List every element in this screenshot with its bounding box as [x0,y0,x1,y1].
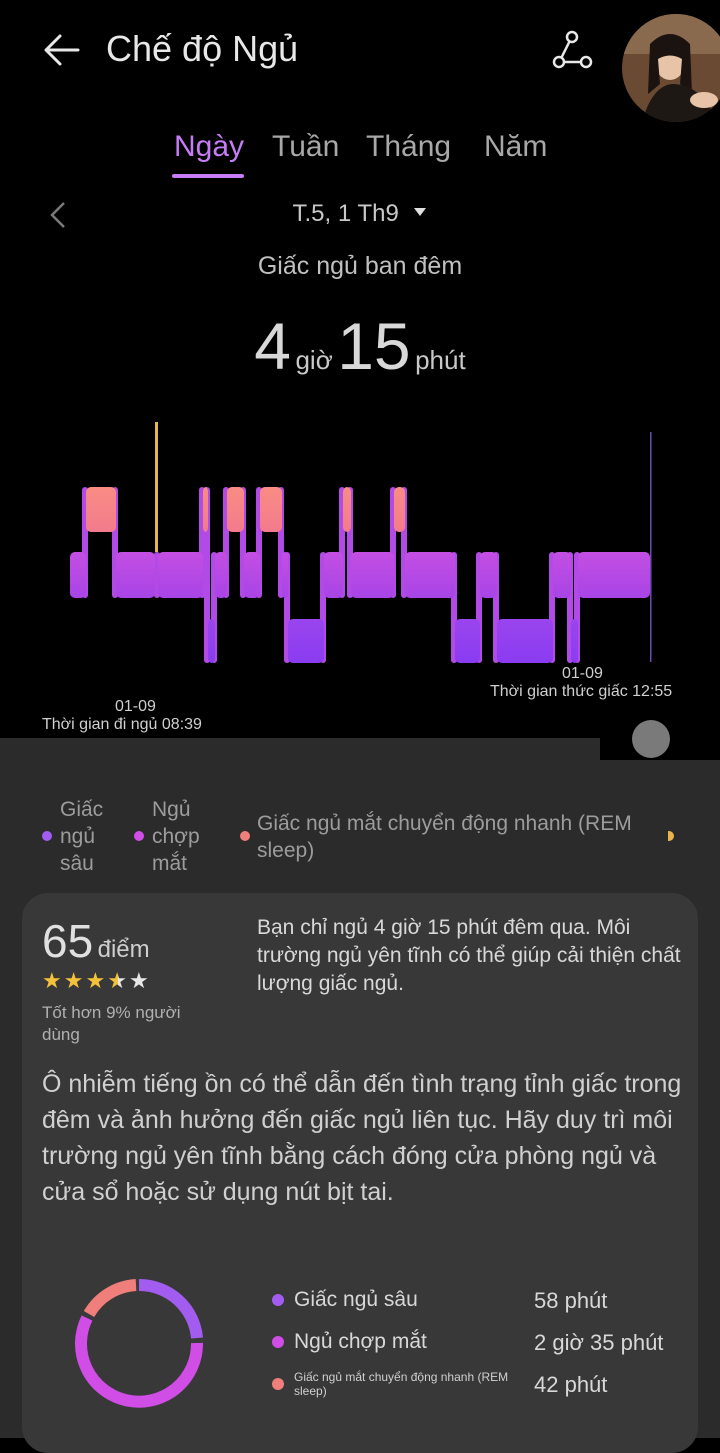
sleep-stage-donut [75,1278,204,1408]
stat-light-dot [272,1336,284,1348]
stage-segment-light [244,552,260,598]
sleep-summary-text: Bạn chỉ ngủ 4 giờ 15 phút đêm qua. Môi t… [257,916,681,995]
wake-date: 01-09 [562,665,603,682]
date-selector[interactable]: T.5, 1 Th9 [0,200,720,228]
score-comparison: Tốt hơn 9% người dùng [42,1003,181,1044]
stage-segment-light [215,552,227,598]
stat-rem-value: 42 phút [534,1372,608,1397]
legend-deep-dot [42,831,52,841]
stage-segment-deep [571,619,578,663]
stat-light-value: 2 giờ 35 phút [534,1330,664,1355]
tab-month[interactable]: Tháng [366,130,451,164]
stage-segment-light [553,552,571,598]
stage-segment-light [405,552,455,598]
awake-marker [155,422,158,552]
chart-scrubber-handle[interactable] [632,720,670,758]
star-full-icon: ★ [42,968,64,993]
stage-segment-rem [227,487,244,532]
star-full-icon: ★ [85,968,108,993]
stage-segment-rem [260,487,282,532]
star-empty-icon: ★ [128,968,151,993]
stage-segment-light [70,552,86,598]
legend-deep-label: Giấc ngủ sâu [60,798,104,875]
stage-segment-light [324,552,343,598]
score-unit: điểm [97,936,150,963]
donut-light-segment [75,1315,204,1408]
stat-rem-dot [272,1378,284,1390]
stage-segment-light [158,552,203,598]
sleep-type-title: Giấc ngủ ban đêm [257,252,463,280]
wake-time: Thời gian thức giấc 12:55 [490,683,673,700]
stat-rem-label: Giấc ngủ mắt chuyển động nhanh (REM slee… [294,1370,509,1398]
stage-segment-deep [288,619,324,663]
stage-segment-deep [455,619,480,663]
tab-week[interactable]: Tuần [272,130,339,164]
stat-deep-dot [272,1294,284,1306]
tab-year[interactable]: Năm [484,130,547,164]
duration-minutes: 15 [337,309,411,383]
avatar[interactable] [622,14,720,122]
date-label: T.5, 1 Th9 [292,200,399,227]
back-arrow-icon[interactable] [42,30,82,70]
legend-light-label: Ngủ chợp mắt [152,798,200,875]
total-duration: 4 giờ 15 phút [0,308,720,384]
stage-segment-rem [203,487,208,532]
duration-hours: 4 [254,309,292,383]
score-value: 65 [42,915,94,967]
period-tabs: Ngày Tuần Tháng Năm [0,130,720,180]
stage-segment-deep [497,619,553,663]
stage-segment-light [116,552,155,598]
legend-light-dot [134,831,144,841]
donut-deep-segment [138,1278,203,1339]
stage-segment-rem [86,487,116,532]
stage-segment-deep [208,619,215,663]
stage-segment-light [351,552,394,598]
star-full-icon: ★ [63,968,86,993]
stat-light-label: Ngủ chợp mắt [294,1330,427,1353]
sleep-score: 65 điểm [42,914,150,968]
stage-segment-rem [343,487,351,532]
sleep-start-time: Thời gian đi ngủ 08:39 [42,716,202,733]
stage-segment-light [282,552,288,598]
sleep-advice-text: Ô nhiễm tiếng ồn có thể dẫn đến tình trạ… [42,1070,682,1206]
page-title: Chế độ Ngủ [106,28,299,69]
legend-rem-label: Giấc ngủ mắt chuyển động nhanh (REM slee… [257,812,632,862]
stat-deep-value: 58 phút [534,1288,608,1313]
sleep-start-date: 01-09 [115,698,156,715]
stage-segment-light [480,552,497,598]
legend-rem-dot [240,831,250,841]
tab-day[interactable]: Ngày [174,130,244,164]
tab-active-indicator [172,174,244,178]
stat-deep-label: Giấc ngủ sâu [294,1288,418,1311]
caret-down-icon [414,208,427,216]
duration-hours-unit: giờ [295,345,333,375]
stage-segment-light [578,552,650,598]
stage-segment-rem [394,487,405,532]
star-half-icon: ★ [107,968,129,993]
wake-line [650,432,652,662]
duration-minutes-unit: phút [415,345,466,375]
share-icon[interactable] [550,28,594,72]
donut-rem-segment [83,1279,137,1318]
star-rating: ★★★★★ [42,968,151,994]
